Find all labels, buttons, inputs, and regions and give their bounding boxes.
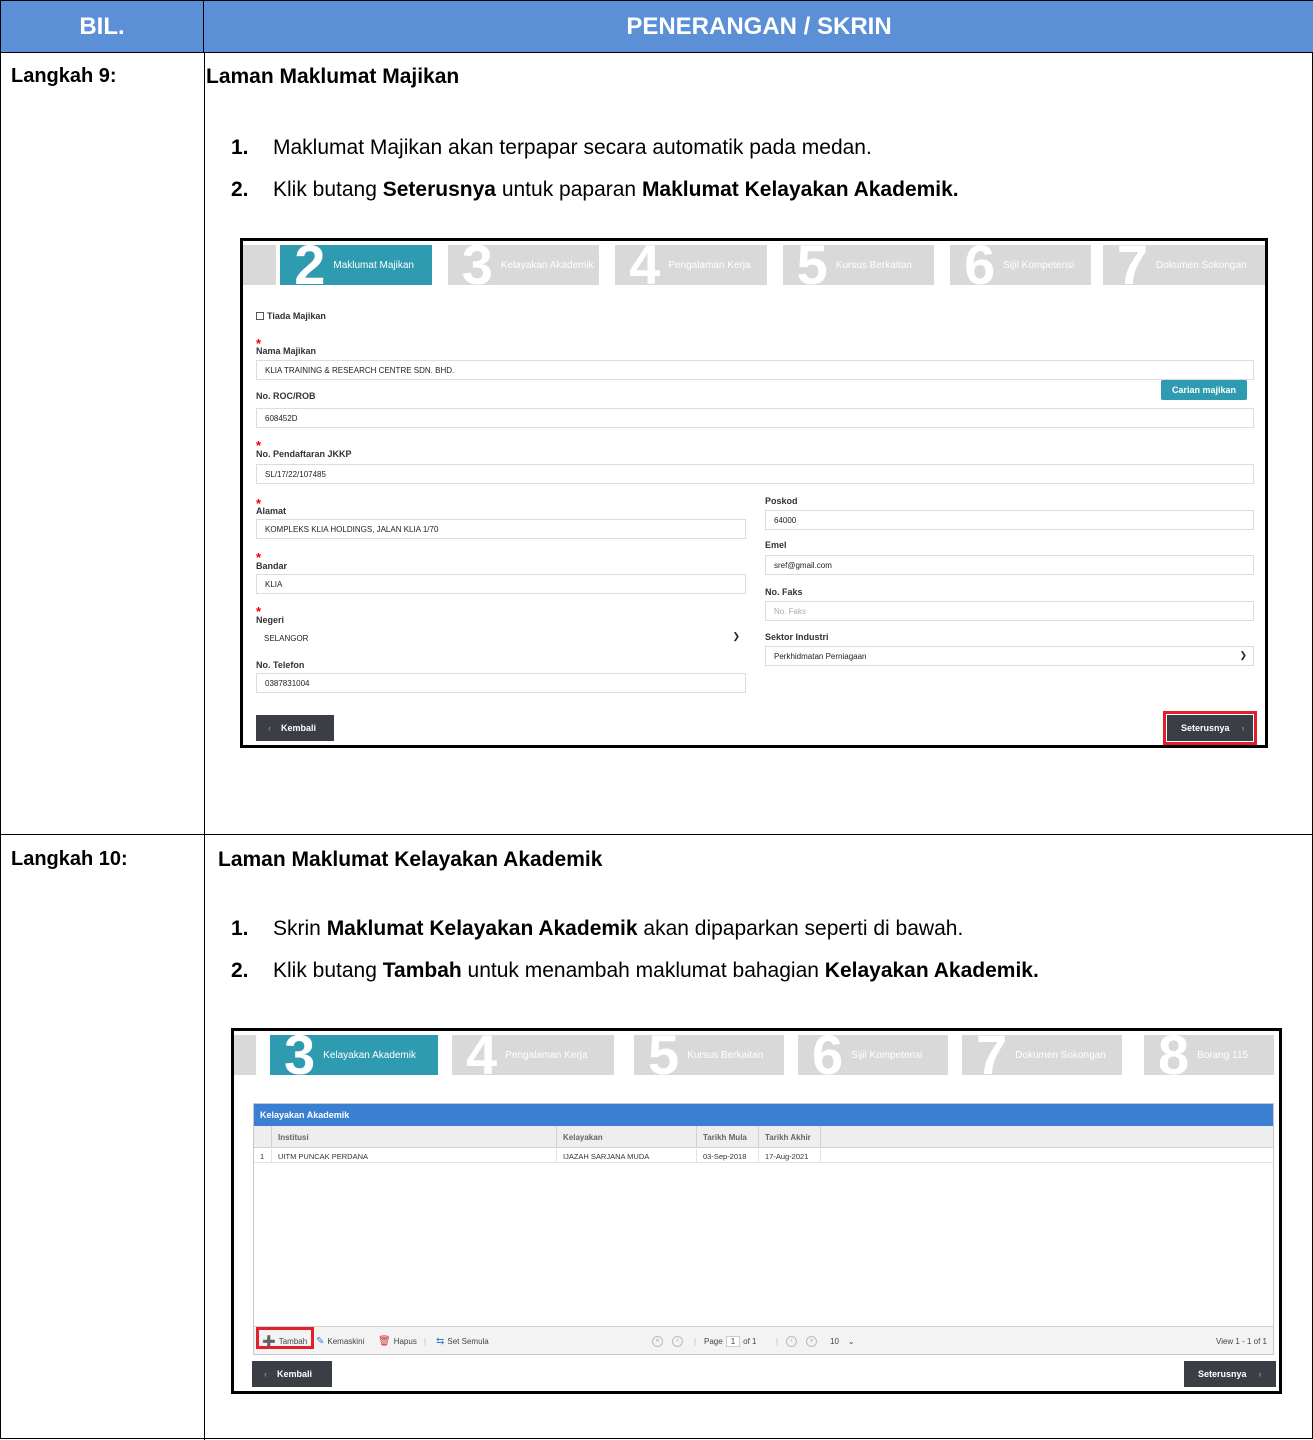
telefon-input[interactable]: 0387831004 xyxy=(256,673,746,693)
column-divider xyxy=(204,53,205,1440)
last-page-icon: » xyxy=(806,1335,817,1347)
wizard-step-7[interactable]: 7 Dokumen Sokongan xyxy=(962,1031,1122,1083)
highlight-add-button xyxy=(256,1327,314,1349)
poskod-input[interactable]: 64000 xyxy=(765,510,1254,530)
step10-instruction-1: 1. Skrin Maklumat Kelayakan Akademik akan… xyxy=(231,917,964,940)
roc-label: No. ROC/ROB xyxy=(256,391,316,401)
wizard-step-4[interactable]: 4 Pengalaman Kerja xyxy=(615,241,767,293)
row-divider xyxy=(1,834,1313,835)
wizard-step-5[interactable]: 5 Kursus Berkaitan xyxy=(634,1031,784,1083)
roc-input[interactable]: 608452D xyxy=(256,408,1254,428)
next-page-icon: › xyxy=(786,1335,797,1347)
page-input[interactable]: 1 xyxy=(725,1335,741,1347)
separator: | xyxy=(424,1336,427,1346)
jkkp-label: No. Pendaftaran JKKP xyxy=(256,449,352,459)
back-button[interactable]: ‹ Kembali xyxy=(252,1361,332,1387)
next-page-button[interactable]: › xyxy=(786,1327,797,1355)
separator: | xyxy=(776,1336,779,1346)
wizard-step-4[interactable]: 4 Pengalaman Kerja xyxy=(452,1031,614,1083)
prev-page-button[interactable]: ‹ xyxy=(672,1327,683,1355)
qualification-grid: Kelayakan Akademik Institusi Kelayakan T… xyxy=(253,1103,1274,1355)
sektor-select[interactable]: Perkhidmatan Perniagaan ❯ xyxy=(765,646,1254,666)
shuffle-icon: ⇆ xyxy=(436,1335,445,1347)
delete-button[interactable]: 🗑 Hapus xyxy=(378,1327,417,1355)
wizard-steps: 3 Kelayakan Akademik 4 Pengalaman Kerja 5K… xyxy=(234,1031,1279,1083)
grid-caption: Kelayakan Akademik xyxy=(254,1104,1273,1126)
per-page-select[interactable]: 10 ⌄ xyxy=(830,1327,855,1355)
wizard-step-3[interactable]: 3 Kelayakan Akademik xyxy=(270,1031,438,1083)
page-indicator: Page 1 of 1 xyxy=(704,1335,757,1347)
first-page-icon: « xyxy=(652,1335,663,1347)
academic-qualification-screenshot: 3 Kelayakan Akademik 4 Pengalaman Kerja 5K… xyxy=(231,1028,1282,1394)
nama-label: Nama Majikan xyxy=(256,346,317,356)
chevron-down-icon: ❯ xyxy=(732,631,740,641)
no-employer-checkbox[interactable]: Tiada Majikan xyxy=(256,311,326,321)
column-header[interactable]: Kelayakan xyxy=(557,1126,697,1148)
step10-instruction-2: 2. Klik butang Tambah untuk menambah makl… xyxy=(231,959,1039,982)
step9-instruction-2: 2. Klik butang Seterusnya untuk paparan M… xyxy=(231,178,959,201)
wizard-step-6[interactable]: 6 Sijil Kompetensi xyxy=(798,1031,948,1083)
step10-title: Laman Maklumat Kelayakan Akademik xyxy=(218,848,603,871)
back-button[interactable]: ‹ Kembali xyxy=(256,715,334,741)
sektor-label: Sektor Industri xyxy=(765,632,829,642)
table-row[interactable]: 1 UITM PUNCAK PERDANA IJAZAH SARJANA MUD… xyxy=(254,1149,1273,1163)
checkbox-icon[interactable] xyxy=(256,312,264,320)
jkkp-input[interactable]: SL/17/22/107485 xyxy=(256,464,1254,484)
step10-label: Langkah 10: xyxy=(11,848,128,870)
trash-icon: 🗑 xyxy=(378,1335,391,1347)
bandar-label: Bandar xyxy=(256,561,288,571)
wizard-steps: 2 Maklumat Majikan 3 Kelayakan Akademik 4P… xyxy=(243,241,1265,293)
wizard-step-2[interactable]: 2 Maklumat Majikan xyxy=(280,241,432,293)
negeri-label: Negeri xyxy=(256,615,285,625)
document-table: BIL. PENERANGAN / SKRIN Langkah 9: Laman… xyxy=(0,0,1313,1440)
grid-pager: ➕ Tambah ✎ Kemaskini 🗑 Hapus | ⇆ Set Semula … xyxy=(254,1326,1273,1354)
negeri-select[interactable]: SELANGOR ❯ xyxy=(256,628,746,648)
view-count: View 1 - 1 of 1 xyxy=(1216,1336,1267,1346)
pencil-icon: ✎ xyxy=(316,1335,325,1347)
next-button[interactable]: Seterusnya › xyxy=(1184,1361,1276,1387)
faks-label: No. Faks xyxy=(765,587,803,597)
wizard-step-5[interactable]: 5 Kursus Berkaitan xyxy=(782,241,935,293)
edit-button[interactable]: ✎ Kemaskini xyxy=(316,1327,364,1355)
grid-header: Institusi Kelayakan Tarikh Mula Tarikh A… xyxy=(254,1126,1273,1148)
last-page-button[interactable]: » xyxy=(806,1327,817,1355)
emel-input[interactable]: sref@gmail.com xyxy=(765,555,1254,575)
reset-button[interactable]: ⇆ Set Semula xyxy=(436,1327,489,1355)
step9-label: Langkah 9: xyxy=(11,65,117,87)
step9-title: Laman Maklumat Majikan xyxy=(206,65,460,88)
alamat-input[interactable]: KOMPLEKS KLIA HOLDINGS, JALAN KLIA 1/70 xyxy=(256,519,746,539)
search-employer-button[interactable]: Carian majikan xyxy=(1161,380,1247,400)
wizard-step-6[interactable]: 6 Sijil Kompetensi xyxy=(950,241,1091,293)
poskod-label: Poskod xyxy=(765,496,798,506)
emel-label: Emel xyxy=(765,540,787,550)
faks-input[interactable]: No. Faks xyxy=(765,601,1254,621)
wizard-step-7[interactable]: 7 Dokumen Sokongan xyxy=(1102,241,1265,293)
nama-majikan-input[interactable]: KLIA TRAINING & RESEARCH CENTRE SDN. BHD… xyxy=(256,360,1254,380)
employer-form-screenshot: 2 Maklumat Majikan 3 Kelayakan Akademik 4P… xyxy=(240,238,1268,748)
column-header[interactable]: Institusi xyxy=(272,1126,557,1148)
telefon-label: No. Telefon xyxy=(256,660,305,670)
alamat-label: Alamat xyxy=(256,506,287,516)
separator: | xyxy=(694,1336,697,1346)
first-page-button[interactable]: « xyxy=(652,1327,663,1355)
wizard-step-3[interactable]: 3 Kelayakan Akademik xyxy=(447,241,600,293)
highlight-next-button xyxy=(1163,711,1257,745)
column-header[interactable]: Tarikh Akhir xyxy=(759,1126,821,1148)
chevron-left-icon: ‹ xyxy=(264,1369,267,1379)
header-penerangan: PENERANGAN / SKRIN xyxy=(204,1,1313,53)
chevron-left-icon: ‹ xyxy=(268,723,271,733)
column-header[interactable]: Tarikh Mula xyxy=(697,1126,759,1148)
bandar-input[interactable]: KLIA xyxy=(256,574,746,594)
header-bil: BIL. xyxy=(1,1,204,53)
step9-instruction-1: 1. Maklumat Majikan akan terpapar secara … xyxy=(231,136,872,159)
chevron-down-icon: ❯ xyxy=(1239,650,1247,660)
prev-page-icon: ‹ xyxy=(672,1335,683,1347)
wizard-step-8[interactable]: 8 Borang 115 xyxy=(1144,1031,1274,1083)
chevron-down-icon: ⌄ xyxy=(847,1336,855,1346)
chevron-right-icon: › xyxy=(1258,1369,1262,1379)
